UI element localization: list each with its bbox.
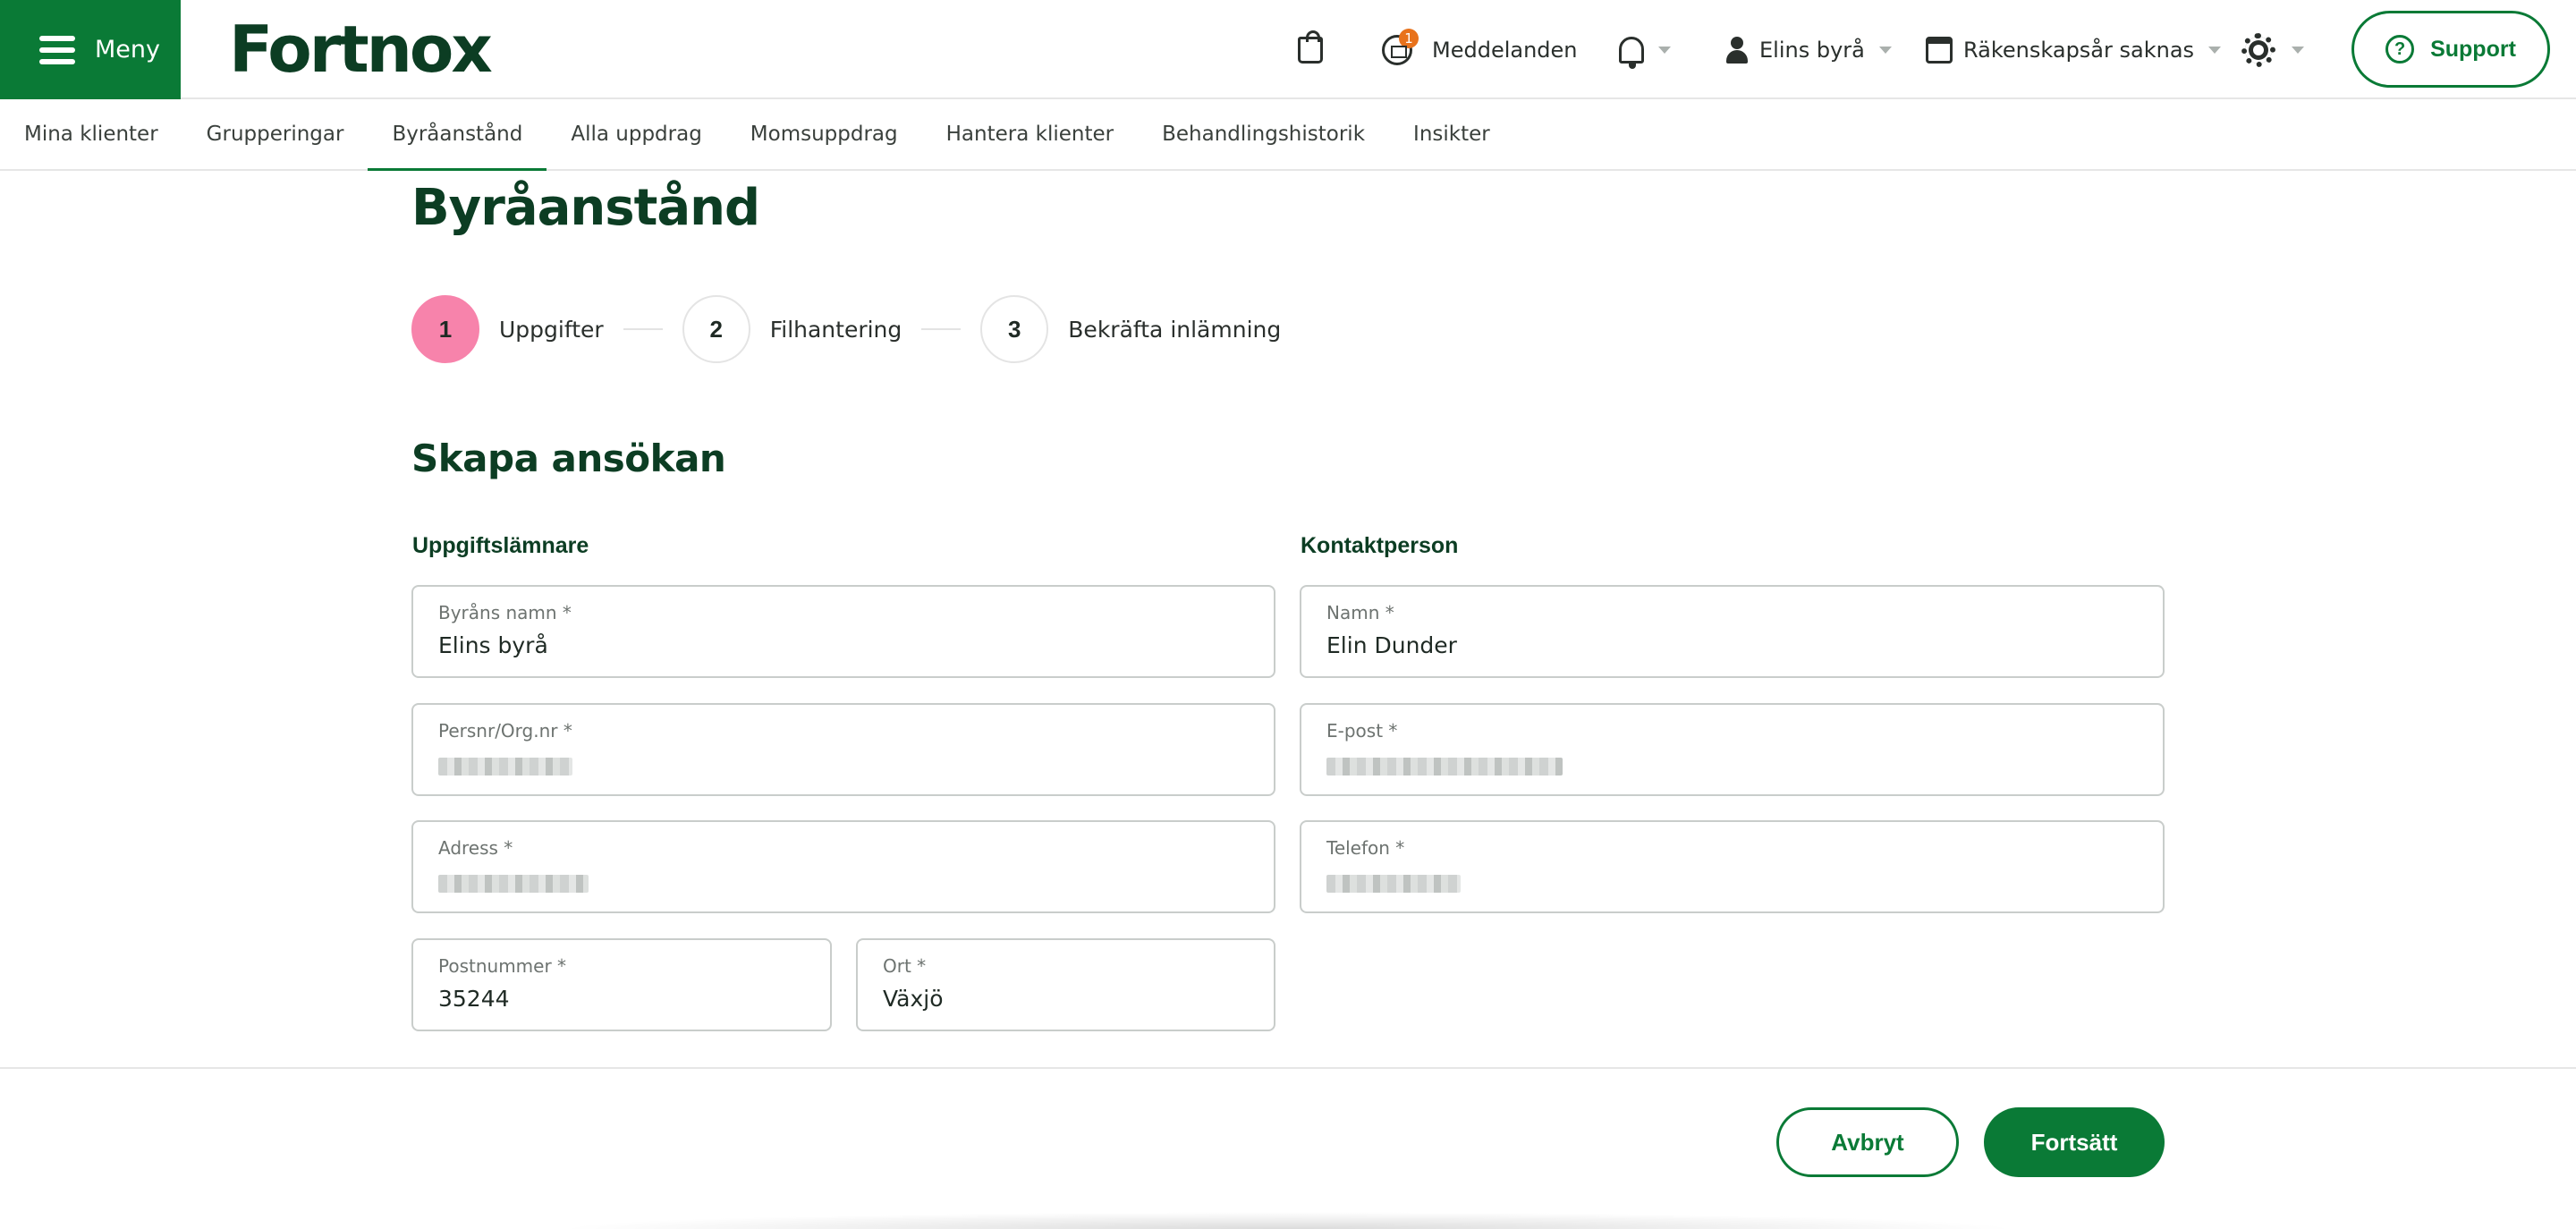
tab-grupperingar[interactable]: Grupperingar (182, 99, 369, 169)
fiscal-year-dropdown[interactable]: Räkenskapsår saknas (1926, 0, 2222, 99)
email-field[interactable]: E-post * (1300, 703, 2165, 796)
field-label: E-post * (1326, 720, 1398, 742)
bureau-label: Elins byrå (1759, 37, 1865, 63)
bell-icon (1619, 36, 1644, 69)
cancel-button[interactable]: Avbryt (1776, 1107, 1959, 1177)
bottom-shadow (555, 1212, 2021, 1229)
contact-heading: Kontaktperson (1301, 533, 1459, 558)
contact-name-field[interactable]: Namn * Elin Dunder (1300, 585, 2165, 678)
settings-button[interactable] (2241, 0, 2304, 99)
field-label: Persnr/Org.nr * (438, 720, 572, 742)
continue-button[interactable]: Fortsätt (1984, 1107, 2165, 1177)
step-number: 2 (682, 295, 750, 363)
messages-badge: 1 (1399, 28, 1419, 48)
tab-momsuppdrag[interactable]: Momsuppdrag (726, 99, 922, 169)
tab-behandlingshistorik[interactable]: Behandlingshistorik (1138, 99, 1389, 169)
support-label: Support (2430, 36, 2516, 62)
tab-byraanstand[interactable]: Byråanstånd (368, 99, 547, 171)
field-value: Växjö (883, 986, 944, 1012)
field-label: Telefon * (1326, 837, 1405, 859)
redacted-value (1326, 875, 1461, 893)
calendar-icon (1926, 36, 1953, 64)
question-icon: ? (2385, 35, 2415, 64)
shop-button[interactable] (1298, 0, 1323, 99)
redacted-value (438, 758, 572, 776)
hamburger-icon (39, 35, 75, 64)
field-label: Adress * (438, 837, 513, 859)
step-number: 3 (980, 295, 1049, 363)
city-field[interactable]: Ort * Växjö (856, 938, 1275, 1031)
step-filhantering: 2 Filhantering (682, 295, 902, 363)
step-label: Filhantering (769, 316, 902, 343)
tab-alla-uppdrag[interactable]: Alla uppdrag (547, 99, 725, 169)
step-connector (921, 328, 962, 330)
step-connector (623, 328, 663, 330)
field-value: 35244 (438, 986, 510, 1012)
user-icon (1725, 36, 1749, 64)
step-bekrafta-inlamning: 3 Bekräfta inlämning (980, 295, 1281, 363)
field-label: Ort * (883, 955, 927, 977)
notifications-button[interactable] (1619, 0, 1671, 99)
footer-divider (0, 1067, 2576, 1069)
postal-code-field[interactable]: Postnummer * 35244 (411, 938, 832, 1031)
bureau-name-field[interactable]: Byråns namn * Elins byrå (411, 585, 1275, 678)
tab-hantera-klienter[interactable]: Hantera klienter (922, 99, 1138, 169)
org-nr-field[interactable]: Persnr/Org.nr * (411, 703, 1275, 796)
redacted-value (438, 875, 589, 893)
tab-mina-klienter[interactable]: Mina klienter (0, 99, 182, 169)
address-field[interactable]: Adress * (411, 820, 1275, 913)
tab-insikter[interactable]: Insikter (1389, 99, 1514, 169)
messages-button[interactable]: 1 Meddelanden (1382, 0, 1578, 99)
messages-icon: 1 (1382, 28, 1419, 65)
bureau-dropdown[interactable]: Elins byrå (1725, 0, 1892, 99)
chevron-down-icon (1658, 46, 1671, 54)
field-value: Elins byrå (438, 632, 548, 658)
field-value: Elin Dunder (1326, 632, 1457, 658)
menu-label: Meny (95, 36, 160, 64)
section-title: Skapa ansökan (411, 437, 726, 480)
step-uppgifter: 1 Uppgifter (411, 295, 604, 363)
chevron-down-icon (1878, 46, 1892, 54)
page-title: Byråanstånd (411, 179, 760, 237)
fiscal-year-label: Räkenskapsår saknas (1963, 37, 2195, 63)
field-label: Postnummer * (438, 955, 567, 977)
redacted-value (1326, 758, 1563, 776)
gear-icon (2241, 32, 2275, 67)
step-number: 1 (411, 295, 479, 363)
support-button[interactable]: ? Support (2351, 11, 2550, 88)
field-label: Namn * (1326, 602, 1394, 623)
step-label: Uppgifter (499, 316, 604, 343)
menu-button[interactable]: Meny (0, 0, 181, 99)
field-label: Byråns namn * (438, 602, 572, 623)
fortnox-logo[interactable]: Fortnox (229, 13, 493, 86)
submitter-heading: Uppgiftslämnare (412, 533, 589, 558)
chevron-down-icon (2292, 46, 2304, 54)
top-header: Meny Fortnox 1 Meddelanden Elins byrå Rä… (0, 0, 2576, 99)
step-label: Bekräfta inlämning (1068, 316, 1282, 343)
messages-label: Meddelanden (1432, 37, 1578, 63)
shopping-bag-icon (1298, 30, 1323, 64)
stepper: 1 Uppgifter 2 Filhantering 3 Bekräfta in… (411, 295, 1281, 363)
tab-bar: Mina klienter Grupperingar Byråanstånd A… (0, 99, 2576, 171)
phone-field[interactable]: Telefon * (1300, 820, 2165, 913)
chevron-down-icon (2208, 46, 2222, 54)
